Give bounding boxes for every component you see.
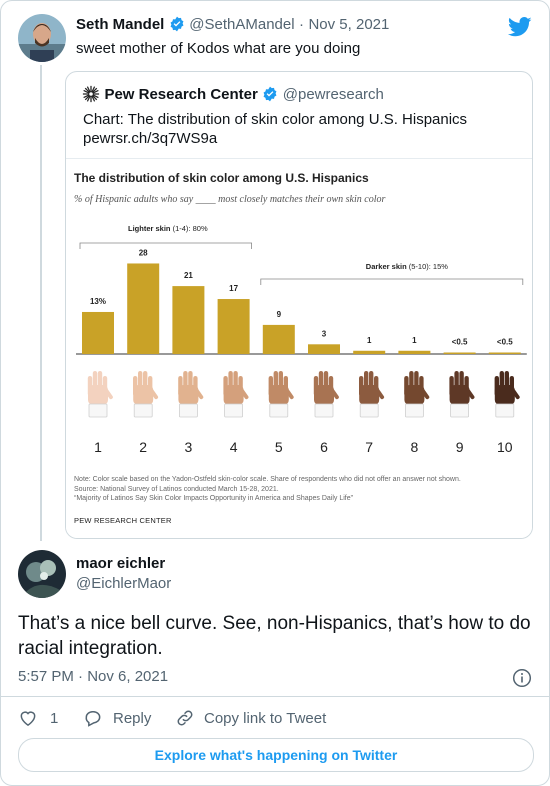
explore-twitter-button[interactable]: Explore what's happening on Twitter [18,738,534,772]
chart-title: The distribution of skin color among U.S… [74,171,369,185]
bar-value-label: 17 [229,284,238,293]
category-tick-label: 6 [320,439,328,455]
bar [262,324,295,354]
chart-source-org: PEW RESEARCH CENTER [74,516,172,525]
bar-value-label: 1 [367,336,372,345]
bar [488,352,521,354]
copy-link-label: Copy link to Tweet [204,709,327,727]
avatar-image [18,14,66,62]
category-tick-label: 2 [139,439,147,455]
category-tick-label: 1 [94,439,102,455]
tweet-date[interactable]: Nov 5, 2021 [308,16,389,33]
chart-notes: Note: Color scale based on the Yadon-Ost… [74,475,526,504]
skin-tone-hand-icon [449,371,475,418]
category-tick-label: 5 [275,439,283,455]
chart-image[interactable]: The distribution of skin color among U.S… [66,158,532,538]
bar-value-label: 1 [412,336,417,345]
skin-tone-hand-icon [87,371,113,418]
thread-connector-line [40,65,42,541]
verified-badge-icon [263,86,277,102]
verified-badge-icon [170,16,184,32]
quoted-tweet-link[interactable]: pewrsr.ch/3q7WS9a [83,129,523,148]
bar-value-label: <0.5 [452,338,468,347]
group-label: Lighter skin (1-4): 80% [128,224,208,233]
category-tick-label: 8 [411,439,419,455]
quoted-tweet-text: Chart: The distribution of skin color am… [83,111,468,128]
tweet2-text: That’s a nice bell curve. See, non-Hispa… [18,613,531,659]
tweet1-header: Seth Mandel @SethAMandel · Nov 5, 2021 [76,16,389,34]
avatar-maor-eichler[interactable] [18,550,66,598]
avatar-seth-mandel[interactable] [18,14,66,62]
bar [398,350,431,354]
bar [443,352,476,354]
bar-value-label: 28 [139,248,148,257]
bar-value-label: 13% [90,297,106,306]
bar [82,311,114,354]
link-icon [177,710,193,726]
skin-tone-hand-icon [223,371,249,418]
group-bracket [79,242,252,249]
copy-link-action[interactable]: Copy link to Tweet [175,708,326,728]
category-tick-label: 9 [456,439,464,455]
chart-note: Note: Color scale based on the Yadon-Ost… [74,476,461,483]
tweet1-text: sweet mother of Kodos what are you doing [76,40,361,57]
bar-value-label: 9 [277,310,282,319]
info-icon[interactable] [512,668,532,688]
quoted-author-handle: @pewresearch [282,86,384,103]
category-tick-label: 4 [230,439,238,455]
skin-color-bar-chart: Lighter skin (1-4): 80% Darker skin (5-10… [76,224,527,455]
bar [308,344,340,354]
reply-action[interactable]: Reply [83,708,151,728]
chart-subtitle: % of Hispanic adults who say ____ most c… [74,194,386,205]
skin-tone-hand-icon [178,371,204,418]
tweet-timestamp[interactable]: 5:57 PM · Nov 6, 2021 [18,668,168,685]
author-handle[interactable]: @EichlerMaor [76,575,171,592]
avatar-image [18,550,66,598]
category-tick-label: 3 [185,439,193,455]
tweet-embed-card: Seth Mandel @SethAMandel · Nov 5, 2021 s… [0,0,550,786]
like-action[interactable]: 1 [18,708,58,728]
chart-report-title: “Majority of Latinos Say Skin Color Impa… [74,495,353,502]
heart-icon [20,711,36,726]
reply-label: Reply [113,709,152,727]
bar [172,286,205,354]
skin-tone-hand-icon [268,371,294,418]
divider [1,696,549,697]
quoted-tweet-header: Pew Research Center @pewresearch [82,85,384,104]
skin-tone-hand-icon [313,371,339,418]
separator-dot: · [299,16,305,33]
like-count: 1 [50,709,59,727]
author-name[interactable]: Seth Mandel [76,16,164,33]
quoted-tweet[interactable]: Pew Research Center @pewresearch Chart: … [65,71,533,539]
reply-icon [85,711,101,727]
skin-tone-hand-icon [133,371,159,418]
author-handle[interactable]: @SethAMandel [189,16,294,33]
bar-value-label: 21 [184,271,193,280]
twitter-logo-icon[interactable] [508,17,532,37]
quoted-author-name: Pew Research Center [104,86,258,103]
bar-value-label: 3 [322,329,327,338]
bar [127,263,160,354]
author-name[interactable]: maor eichler [76,555,171,572]
skin-tone-hand-icon [404,371,430,418]
pew-logo-icon [82,85,100,103]
category-tick-label: 7 [365,439,373,455]
tweet2-header: maor eichler @EichlerMaor [76,555,171,592]
category-tick-label: 10 [497,439,513,455]
skin-tone-hand-icon [494,371,520,418]
bar [217,299,250,354]
chart-source: Source: National Survey of Latinos condu… [74,485,279,493]
bar [353,350,386,354]
skin-tone-hand-icon [359,371,385,418]
bar-value-label: <0.5 [497,338,513,347]
group-label: Darker skin (5-10): 15% [366,262,448,271]
group-bracket [260,278,524,285]
